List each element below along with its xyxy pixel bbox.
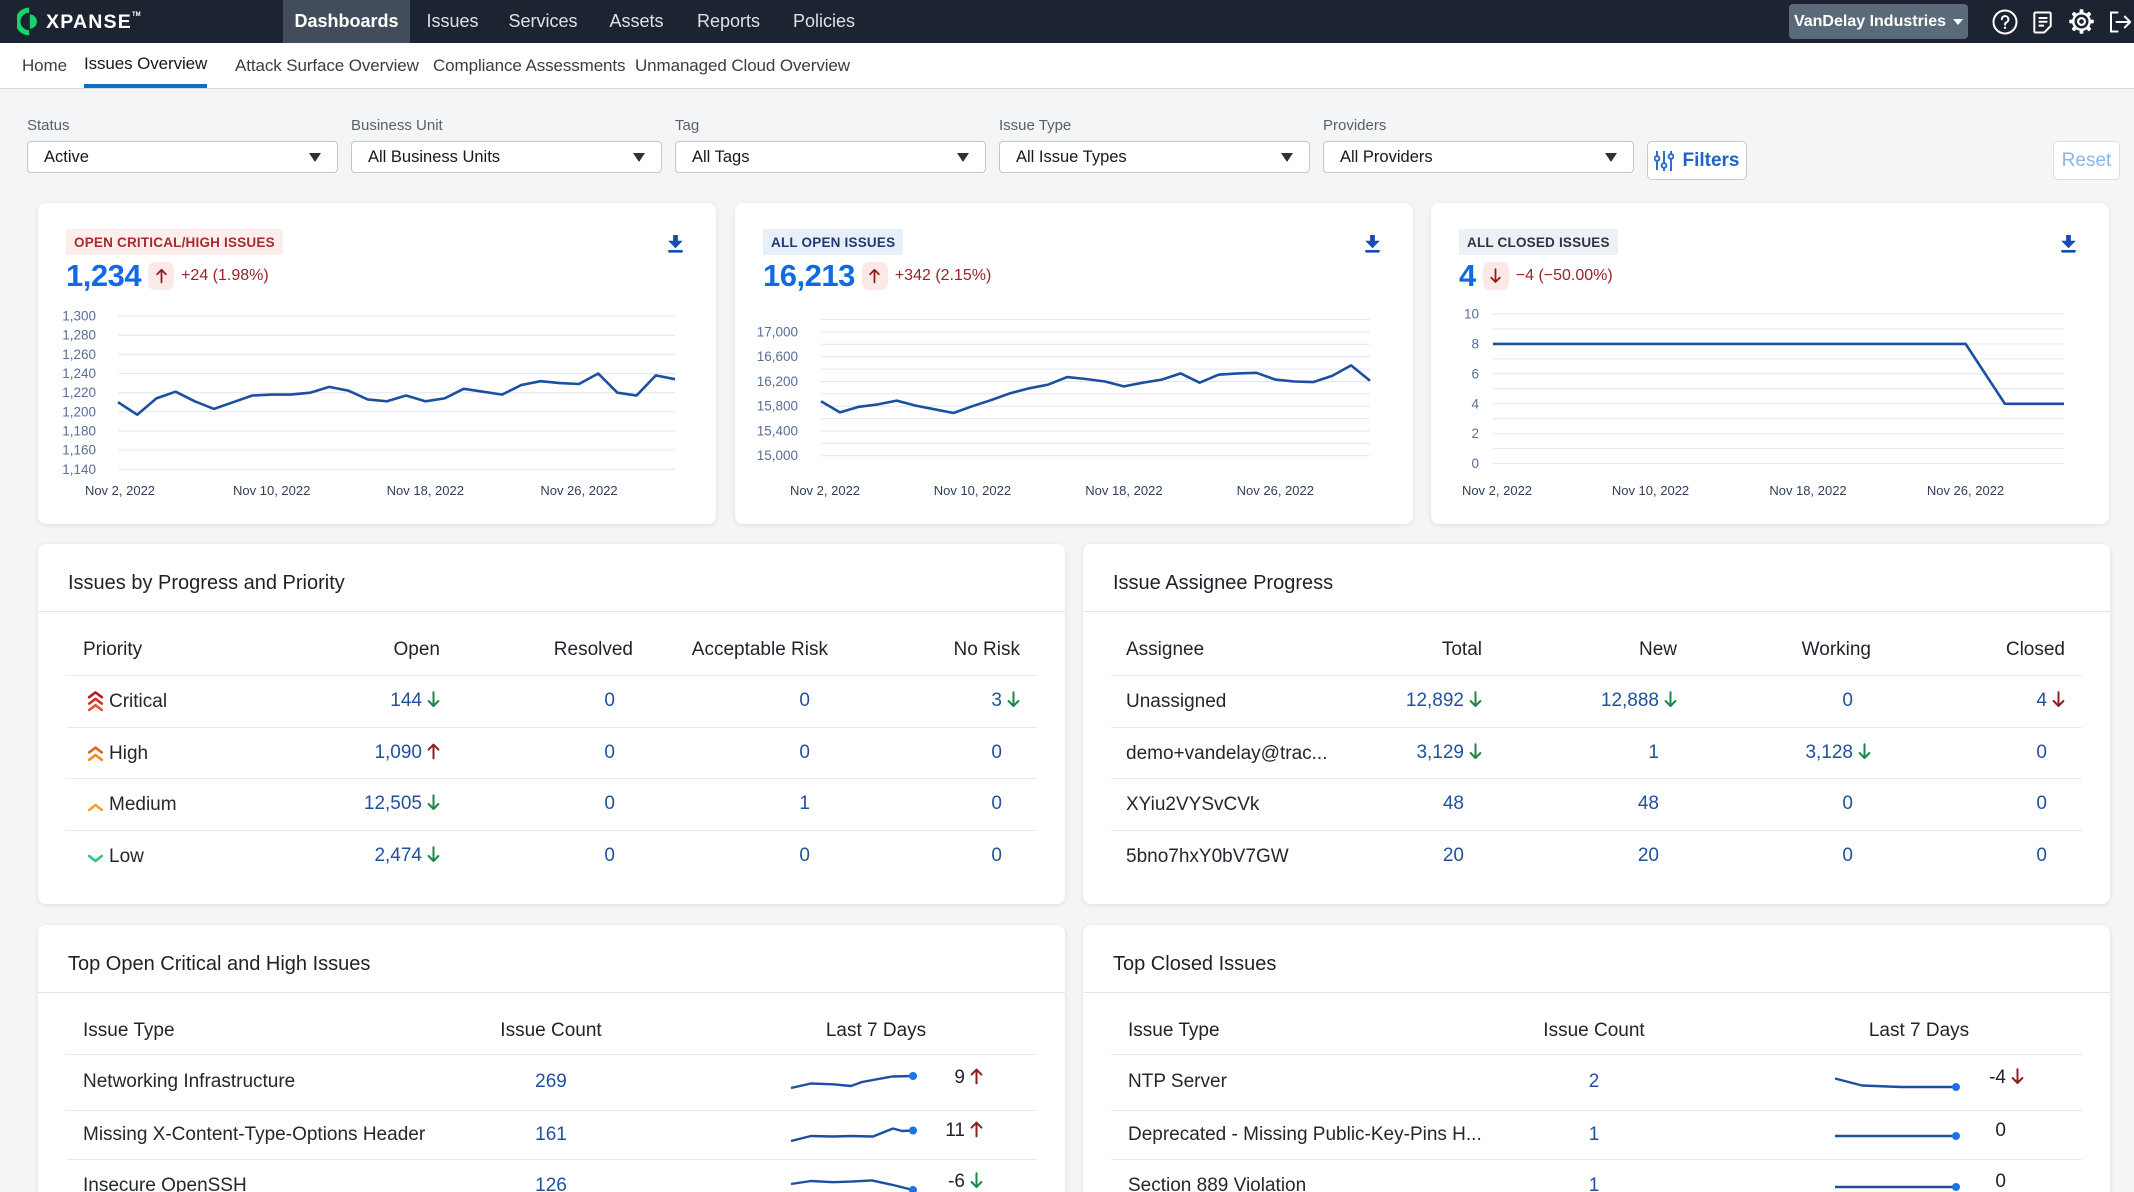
- svg-text:Nov 26, 2022: Nov 26, 2022: [1927, 483, 2004, 498]
- svg-text:17,000: 17,000: [757, 325, 798, 340]
- svg-text:Nov 2, 2022: Nov 2, 2022: [1462, 483, 1532, 498]
- svg-text:1,300: 1,300: [62, 309, 96, 324]
- svg-text:Nov 26, 2022: Nov 26, 2022: [1237, 483, 1314, 498]
- svg-text:Nov 18, 2022: Nov 18, 2022: [387, 483, 464, 498]
- svg-text:1,240: 1,240: [62, 366, 96, 381]
- svg-text:15,400: 15,400: [757, 424, 798, 439]
- svg-text:Nov 10, 2022: Nov 10, 2022: [934, 483, 1011, 498]
- svg-text:Nov 10, 2022: Nov 10, 2022: [1612, 483, 1689, 498]
- svg-text:1,160: 1,160: [62, 443, 96, 458]
- svg-text:Nov 2, 2022: Nov 2, 2022: [85, 483, 155, 498]
- svg-text:1,220: 1,220: [62, 385, 96, 400]
- svg-text:8: 8: [1471, 336, 1479, 351]
- svg-text:6: 6: [1471, 366, 1479, 381]
- svg-text:1,140: 1,140: [62, 462, 96, 477]
- svg-text:Nov 10, 2022: Nov 10, 2022: [233, 483, 310, 498]
- svg-text:16,200: 16,200: [757, 374, 798, 389]
- svg-text:Nov 18, 2022: Nov 18, 2022: [1769, 483, 1846, 498]
- svg-text:Nov 18, 2022: Nov 18, 2022: [1085, 483, 1162, 498]
- svg-text:Nov 26, 2022: Nov 26, 2022: [540, 483, 617, 498]
- svg-text:16,600: 16,600: [757, 349, 798, 364]
- svg-text:Nov 2, 2022: Nov 2, 2022: [790, 483, 860, 498]
- svg-text:0: 0: [1471, 456, 1479, 471]
- svg-text:2: 2: [1471, 426, 1479, 441]
- svg-text:15,800: 15,800: [757, 399, 798, 414]
- svg-text:1,200: 1,200: [62, 404, 96, 419]
- svg-text:15,000: 15,000: [757, 448, 798, 463]
- svg-text:10: 10: [1464, 307, 1479, 322]
- svg-text:1,180: 1,180: [62, 424, 96, 439]
- svg-text:1,280: 1,280: [62, 328, 96, 343]
- svg-text:4: 4: [1471, 396, 1479, 411]
- svg-text:1,260: 1,260: [62, 347, 96, 362]
